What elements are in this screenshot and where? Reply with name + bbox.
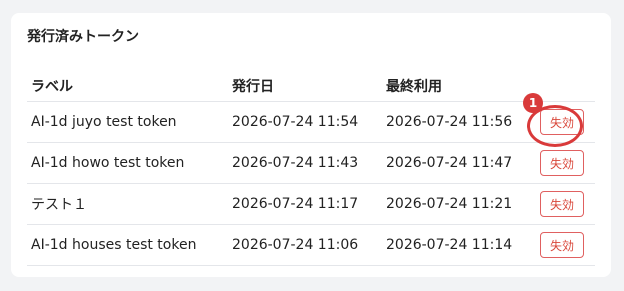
token-last-used: 2026-07-24 11:47 — [386, 155, 513, 171]
revoke-button[interactable]: 失効 — [540, 109, 584, 135]
action-cell: 失効 — [540, 102, 584, 142]
action-cell: 失効 — [540, 184, 584, 224]
token-issued-date: 2026-07-24 11:17 — [232, 196, 359, 212]
table-row: AI-1d juyo test token 2026-07-24 11:54 2… — [27, 102, 595, 143]
token-issued-date: 2026-07-24 11:06 — [232, 237, 359, 253]
header-issued: 発行日 — [232, 79, 274, 95]
issued-tokens-card: 発行済みトークン ラベル 発行日 最終利用 AI-1d juyo test to… — [11, 13, 611, 277]
token-issued-date: 2026-07-24 11:43 — [232, 155, 359, 171]
token-issued-date: 2026-07-24 11:54 — [232, 114, 359, 130]
revoke-button[interactable]: 失効 — [540, 150, 584, 176]
revoke-button[interactable]: 失効 — [540, 191, 584, 217]
table-row: AI-1d houses test token 2026-07-24 11:06… — [27, 225, 595, 266]
step-number-badge: 1 — [523, 93, 543, 113]
action-cell: 失効 — [540, 225, 584, 265]
table-row: AI-1d howo test token 2026-07-24 11:43 2… — [27, 143, 595, 184]
token-last-used: 2026-07-24 11:21 — [386, 196, 513, 212]
card-title: 発行済みトークン — [27, 29, 139, 45]
action-cell: 失効 — [540, 143, 584, 183]
token-label: AI-1d howo test token — [31, 155, 185, 171]
token-last-used: 2026-07-24 11:14 — [386, 237, 513, 253]
token-label: AI-1d juyo test token — [31, 114, 177, 130]
table-row: テスト１ 2026-07-24 11:17 2026-07-24 11:21 失… — [27, 184, 595, 225]
token-label: AI-1d houses test token — [31, 237, 197, 253]
token-label: テスト１ — [31, 197, 87, 213]
header-label: ラベル — [31, 79, 73, 95]
token-last-used: 2026-07-24 11:56 — [386, 114, 513, 130]
table-header-row: ラベル 発行日 最終利用 — [27, 71, 595, 102]
revoke-button[interactable]: 失効 — [540, 232, 584, 258]
header-last-used: 最終利用 — [386, 79, 442, 95]
tokens-table: ラベル 発行日 最終利用 AI-1d juyo test token 2026-… — [27, 71, 595, 266]
